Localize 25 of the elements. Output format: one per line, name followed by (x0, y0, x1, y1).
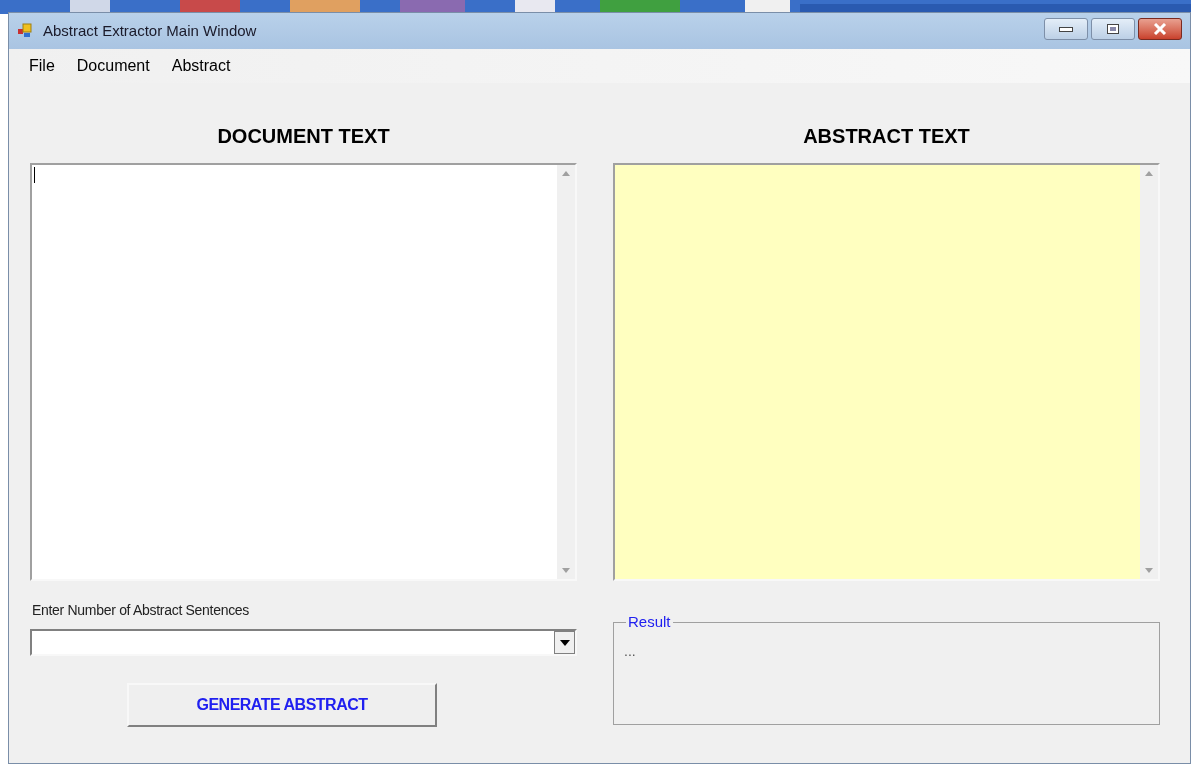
window-title: Abstract Extractor Main Window (43, 20, 257, 41)
result-text: ... (624, 642, 636, 661)
menu-item[interactable]: Document (68, 52, 158, 80)
minimize-button[interactable] (1044, 18, 1088, 40)
close-icon (1153, 23, 1167, 35)
menu-item[interactable]: File (21, 52, 63, 80)
app-icon (17, 23, 35, 39)
scroll-down-icon (1145, 568, 1153, 573)
menu-item[interactable]: Abstract (163, 52, 239, 80)
text-cursor (34, 167, 35, 183)
minimize-icon (1059, 26, 1073, 32)
maximize-icon (1107, 24, 1119, 34)
section-heading: ABSTRACT TEXT (802, 124, 971, 149)
dropdown-arrow-icon (559, 639, 570, 646)
scroll-down-icon (562, 568, 570, 573)
sentences-combo-box[interactable] (30, 629, 577, 656)
field-label: Enter Number of Abstract Sentences (31, 601, 251, 620)
scroll-up-icon (562, 171, 570, 176)
maximize-button[interactable] (1091, 18, 1135, 40)
generate-abstract-button[interactable]: GENERATE ABSTRACT (127, 683, 437, 727)
close-button[interactable] (1138, 18, 1182, 40)
scroll-up-icon (1145, 171, 1153, 176)
scrollbar[interactable] (1140, 165, 1158, 579)
section-heading: DOCUMENT TEXT (216, 124, 391, 149)
scrollbar[interactable] (557, 165, 575, 579)
